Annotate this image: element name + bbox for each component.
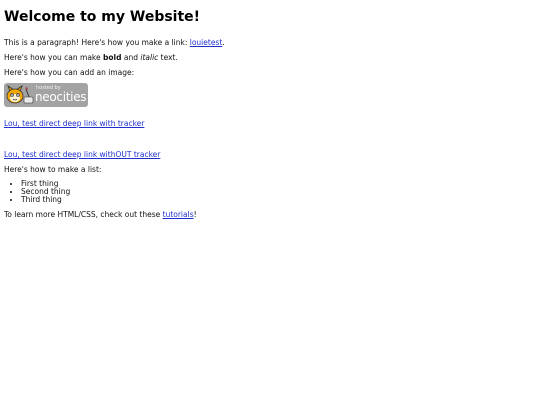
formatting-text-end: text. — [158, 53, 178, 62]
paragraph-tracker-link: Lou, test direct deep link with tracker — [4, 119, 536, 128]
paragraph-link-end: . — [222, 38, 225, 47]
formatting-text-start: Here's how you can make — [4, 53, 103, 62]
list-item: Second thing — [21, 188, 536, 196]
list-item: Third thing — [21, 196, 536, 204]
list-intro: Here's how to make a list: — [4, 165, 102, 174]
paragraph-footer: To learn more HTML/CSS, check out these … — [4, 210, 536, 219]
paragraph-image: Here's how you can add an image: — [4, 68, 135, 77]
tracker-link[interactable]: Lou, test direct deep link with tracker — [4, 119, 144, 128]
page-body: Welcome to my Website! This is a paragra… — [0, 0, 540, 219]
badge-brand-text: neocities — [35, 90, 87, 104]
page-title: Welcome to my Website! — [4, 9, 201, 25]
neocities-badge: hosted by neocities — [4, 83, 88, 107]
footer-text-end: ! — [193, 210, 197, 219]
tutorials-link[interactable]: tutorials — [163, 210, 194, 219]
formatting-text-mid: and — [121, 53, 141, 62]
list-item: First thing — [21, 180, 536, 188]
louietest-link[interactable]: louietest — [190, 38, 223, 47]
no-tracker-link[interactable]: Lou, test direct deep link withOUT track… — [4, 150, 160, 159]
paragraph-link: This is a paragraph! Here's how you make… — [4, 38, 536, 47]
paragraph-link-text: This is a paragraph! Here's how you make… — [4, 38, 190, 47]
bold-text: bold — [103, 53, 122, 62]
example-list: First thing Second thing Third thing — [4, 180, 536, 204]
cat-logo-icon — [5, 84, 35, 107]
italic-text: italic — [140, 53, 159, 62]
paragraph-no-tracker-link: Lou, test direct deep link withOUT track… — [4, 150, 536, 159]
paragraph-formatting: Here's how you can make bold and italic … — [4, 53, 536, 62]
footer-text-start: To learn more HTML/CSS, check out these — [4, 210, 163, 219]
